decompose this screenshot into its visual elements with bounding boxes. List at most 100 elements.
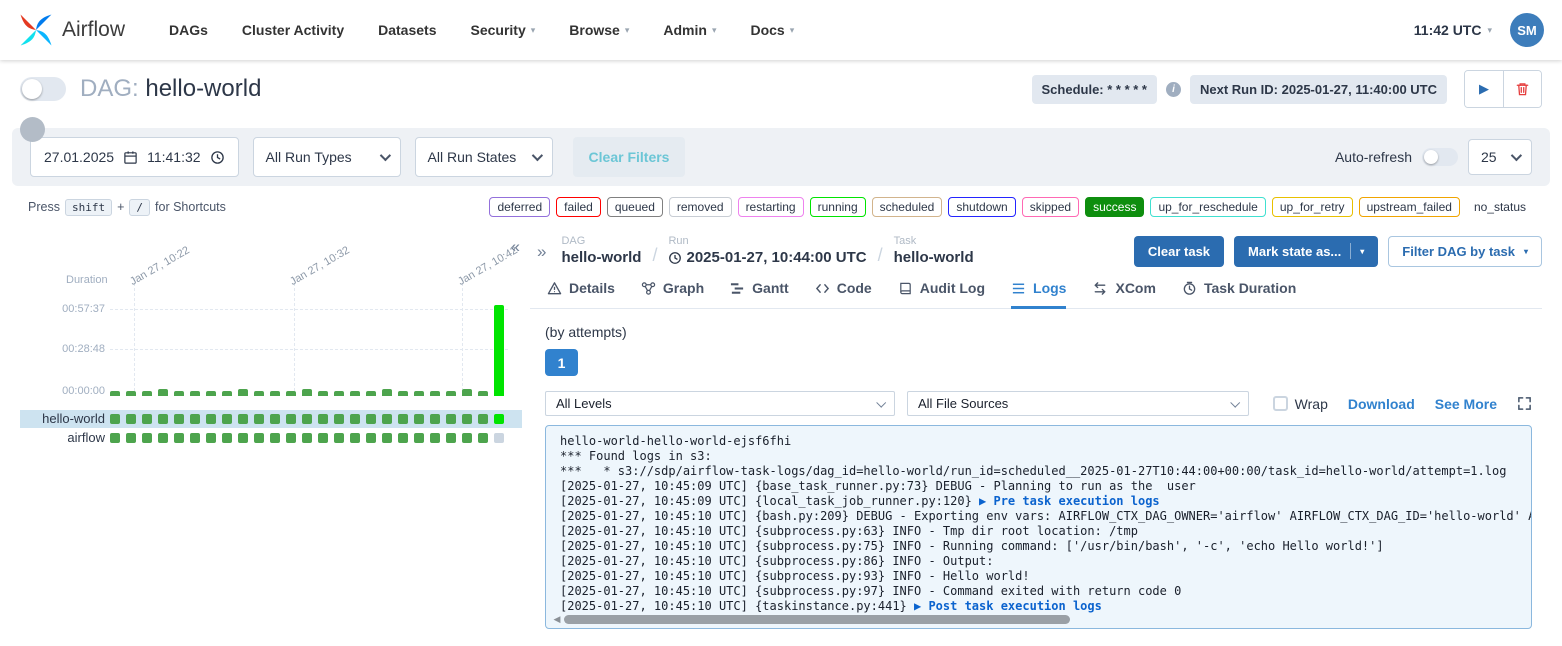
legend-badge-queued[interactable]: queued [607, 197, 663, 217]
task-instance-success[interactable] [430, 433, 440, 443]
duration-bar[interactable] [414, 391, 424, 396]
collapse-filters-handle[interactable] [20, 117, 45, 142]
trigger-dag-button[interactable]: ▶ [1465, 71, 1503, 107]
tab-audit-log[interactable]: Audit Log [898, 280, 985, 309]
tab-graph[interactable]: Graph [641, 280, 704, 309]
nav-item-security[interactable]: Security▾ [470, 22, 535, 38]
page-size-select[interactable]: 25 [1468, 139, 1532, 175]
duration-bar[interactable] [446, 391, 456, 396]
duration-bar[interactable] [206, 391, 216, 396]
duration-bar[interactable] [110, 391, 120, 396]
task-instance-success[interactable] [110, 414, 120, 424]
expand-panel-icon[interactable]: » [537, 243, 546, 260]
legend-badge-up-for-retry[interactable]: up_for_retry [1272, 197, 1353, 217]
task-instance-success[interactable] [254, 414, 264, 424]
task-instance-success[interactable] [462, 414, 472, 424]
legend-badge-scheduled[interactable]: scheduled [872, 197, 943, 217]
tab-code[interactable]: Code [815, 280, 872, 309]
log-horizontal-scrollbar[interactable]: ◀ [550, 614, 1523, 625]
duration-bar[interactable] [478, 391, 488, 396]
grid-row-airflow[interactable]: airflow [20, 429, 522, 447]
task-instance-success[interactable] [366, 433, 376, 443]
legend-badge-no-status[interactable]: no_status [1466, 197, 1534, 217]
task-instance-success[interactable] [110, 433, 120, 443]
duration-bar[interactable] [334, 391, 344, 396]
task-instance-success[interactable] [478, 414, 488, 424]
task-instance-success[interactable] [366, 414, 376, 424]
duration-bar[interactable] [318, 391, 328, 396]
scrollbar-thumb[interactable] [564, 615, 1070, 624]
task-instance-success[interactable] [302, 414, 312, 424]
nav-item-admin[interactable]: Admin▾ [663, 22, 716, 38]
duration-bar[interactable] [222, 391, 232, 396]
task-label[interactable]: hello-world [20, 410, 105, 428]
task-instance-success[interactable] [286, 433, 296, 443]
task-instance-success[interactable] [126, 414, 136, 424]
task-instance-success[interactable] [414, 414, 424, 424]
legend-badge-failed[interactable]: failed [556, 197, 601, 217]
duration-bar[interactable] [382, 389, 392, 396]
task-instance-success[interactable] [398, 433, 408, 443]
legend-badge-running[interactable]: running [810, 197, 866, 217]
run-states-select[interactable]: All Run States [415, 137, 553, 177]
breadcrumb-run[interactable]: Run 2025-01-27, 10:44:00 UTC [668, 235, 866, 267]
duration-bar[interactable] [350, 391, 360, 396]
task-instance-success[interactable] [382, 414, 392, 424]
task-instance-success[interactable] [190, 414, 200, 424]
log-levels-select[interactable]: All Levels [545, 391, 895, 416]
log-output[interactable]: hello-world-hello-world-ejsf6fhi*** Foun… [545, 425, 1532, 629]
duration-bar[interactable] [366, 391, 376, 396]
tab-details[interactable]: Details [547, 280, 615, 309]
user-avatar[interactable]: SM [1510, 13, 1544, 47]
task-instance-success[interactable] [318, 414, 328, 424]
breadcrumb-task[interactable]: Task hello-world [894, 235, 974, 267]
task-instance-success[interactable] [190, 433, 200, 443]
task-instance-success[interactable] [286, 414, 296, 424]
tab-task-duration[interactable]: Task Duration [1182, 280, 1296, 309]
fullscreen-icon[interactable] [1517, 396, 1532, 411]
duration-bar[interactable] [398, 391, 408, 396]
task-instance-success[interactable] [222, 433, 232, 443]
clear-task-button[interactable]: Clear task [1134, 236, 1224, 267]
task-instance-success[interactable] [238, 433, 248, 443]
see-more-link[interactable]: See More [1435, 396, 1497, 412]
task-instance-success[interactable] [462, 433, 472, 443]
task-instance-success[interactable] [206, 433, 216, 443]
task-instance-success[interactable] [174, 414, 184, 424]
duration-bar[interactable] [430, 391, 440, 396]
task-instance-running[interactable] [494, 414, 504, 424]
log-fold-toggle[interactable]: ▶ Post task execution logs [907, 599, 1102, 613]
task-instance-success[interactable] [174, 433, 184, 443]
mark-state-button[interactable]: Mark state as... ▾ [1234, 236, 1378, 267]
task-instance-success[interactable] [238, 414, 248, 424]
dag-pause-toggle[interactable] [20, 77, 66, 101]
duration-bar[interactable] [238, 389, 248, 396]
nav-item-docs[interactable]: Docs▾ [750, 22, 794, 38]
nav-item-cluster-activity[interactable]: Cluster Activity [242, 22, 344, 38]
duration-bar[interactable] [174, 391, 184, 396]
task-instance-success[interactable] [478, 433, 488, 443]
legend-badge-shutdown[interactable]: shutdown [948, 197, 1015, 217]
attempt-1-button[interactable]: 1 [545, 349, 578, 376]
task-instance-success[interactable] [414, 433, 424, 443]
nav-item-dags[interactable]: DAGs [169, 22, 208, 38]
task-instance-success[interactable] [398, 414, 408, 424]
task-instance-success[interactable] [446, 414, 456, 424]
clear-filters-button[interactable]: Clear Filters [573, 137, 686, 177]
duration-bar[interactable] [254, 391, 264, 396]
log-fold-toggle[interactable]: ▶ Pre task execution logs [972, 494, 1160, 508]
task-instance-success[interactable] [270, 433, 280, 443]
nav-item-datasets[interactable]: Datasets [378, 22, 436, 38]
auto-refresh-toggle[interactable] [1422, 148, 1458, 166]
duration-bar[interactable] [126, 391, 136, 396]
duration-bar[interactable] [190, 391, 200, 396]
run-types-select[interactable]: All Run Types [253, 137, 401, 177]
nav-item-browse[interactable]: Browse▾ [569, 22, 629, 38]
legend-badge-skipped[interactable]: skipped [1022, 197, 1079, 217]
filter-dag-by-task-button[interactable]: Filter DAG by task ▾ [1388, 236, 1542, 267]
duration-bar[interactable] [270, 391, 280, 396]
duration-bar[interactable] [158, 389, 168, 396]
task-instance-success[interactable] [334, 433, 344, 443]
task-instance-success[interactable] [142, 414, 152, 424]
legend-badge-restarting[interactable]: restarting [738, 197, 804, 217]
